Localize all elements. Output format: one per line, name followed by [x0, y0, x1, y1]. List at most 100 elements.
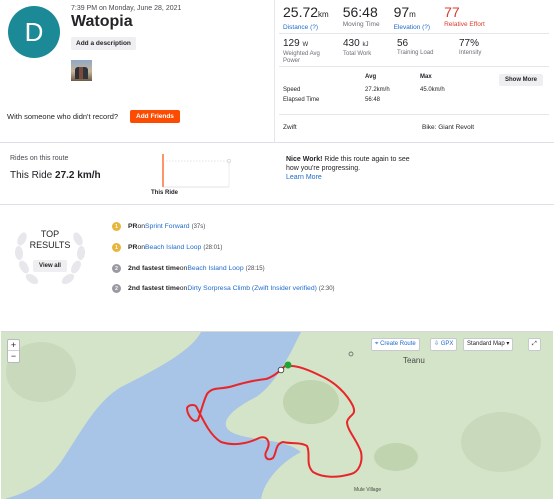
activity-page: D 7:39 PM on Monday, June 28, 2021 Watop… [0, 0, 554, 499]
speed-label: Speed [283, 87, 301, 93]
power-unit: W [302, 42, 309, 48]
athlete-avatar[interactable]: D [8, 6, 60, 58]
elevation-label: Elevation [393, 24, 421, 31]
download-icon: ⇩ [434, 341, 440, 347]
speed-avg: 27.2km/h [365, 87, 390, 93]
result-on: on [137, 244, 146, 251]
result-item: 2 2nd fastest time on Beach Island Loop(… [112, 264, 265, 273]
laurel-wreath-icon [14, 232, 86, 285]
hill-shade [283, 380, 339, 424]
stat-training-load: 56 Training Load [397, 38, 445, 65]
col-max-header: Max [420, 74, 432, 80]
activity-title: Watopia [71, 13, 133, 30]
silver-medal-icon: 2 [112, 284, 121, 293]
segment-link[interactable]: Sprint Forward [145, 223, 190, 230]
distance-value: 25.72 [283, 4, 319, 20]
map-type-label: Standard Map [467, 341, 505, 347]
top-results-heading: TOP RESULTS [29, 229, 71, 251]
result-item: 1 PR on Beach Island Loop (28:01) [112, 243, 222, 252]
moving-time-label: Moving Time [342, 21, 380, 28]
gold-medal-icon: 1 [112, 222, 121, 231]
hill-shade [461, 412, 541, 472]
zoom-in-button[interactable]: + [8, 340, 19, 351]
map-canvas[interactable] [1, 332, 553, 499]
route-finish-marker [277, 366, 285, 374]
stat-intensity: 77% Intensity [459, 38, 481, 65]
create-route-label: Create Route [380, 341, 416, 347]
stat-relative-effort[interactable]: 77 Relative Effort [444, 4, 485, 31]
result-item: 2 2nd fastest time on Dirty Sorpresa Cli… [112, 284, 335, 293]
stat-distance: 25.72km Distance (?) [283, 4, 329, 31]
learn-more-link[interactable]: Learn More [286, 174, 322, 181]
rides-on-route-section: Rides on this route This Ride 27.2 km/h … [0, 143, 554, 205]
zoom-control: + − [7, 339, 20, 363]
rides-on-route-label: Rides on this route [10, 155, 69, 162]
relative-effort-label: Relative Effort [444, 21, 485, 28]
fullscreen-button[interactable]: ⤢ [528, 338, 541, 351]
result-time: (37s) [191, 223, 206, 230]
training-load-value: 56 [397, 38, 409, 49]
activity-summary: D 7:39 PM on Monday, June 28, 2021 Watop… [0, 0, 274, 143]
intensity-value: 77% [459, 38, 480, 49]
result-item: 1 PR on Sprint Forward (37s) [112, 222, 205, 231]
result-prefix: 2nd fastest time [128, 265, 180, 272]
add-description-button[interactable]: Add a description [71, 37, 136, 50]
stat-moving-time: 56:48 Moving Time [343, 4, 380, 31]
training-load-label: Training Load [397, 50, 434, 56]
this-ride-value: 27.2 km/h [55, 170, 101, 181]
stat-elevation: 97m Elevation (?) [394, 4, 431, 31]
graph-this-ride-label: This Ride [151, 190, 179, 196]
distance-help-icon[interactable]: (?) [310, 24, 318, 31]
secondary-stats: 129 W Weighted Avg Power 430 kJ Total Wo… [283, 38, 495, 65]
silver-medal-icon: 2 [112, 264, 121, 273]
chevron-down-icon: ▾ [506, 341, 510, 347]
result-prefix: PR [128, 223, 138, 230]
segment-link[interactable]: Dirty Sorpresa Climb (Zwift Insider veri… [187, 285, 317, 292]
add-friends-button[interactable]: Add Friends [130, 110, 180, 123]
result-time: (28:01) [203, 244, 223, 251]
distance-unit: km [318, 10, 329, 19]
top-results-line1: TOP [40, 229, 60, 239]
col-avg-header: Avg [365, 74, 377, 80]
top-results-line2: RESULTS [29, 240, 71, 250]
gpx-button[interactable]: ⇩ GPX [430, 338, 458, 351]
route-start-marker [284, 361, 292, 369]
route-icon: ⌖ [375, 341, 379, 347]
with-someone-text: With someone who didn't record? [7, 112, 119, 121]
map-label-mule-village: Mule Village [354, 487, 382, 493]
gold-medal-icon: 1 [112, 243, 121, 252]
result-on: on [179, 265, 188, 272]
stat-power: 129 W Weighted Avg Power [283, 38, 329, 65]
work-value: 430 [343, 38, 360, 49]
show-more-button[interactable]: Show More [499, 74, 543, 86]
result-on: on [179, 285, 188, 292]
activity-header: D 7:39 PM on Monday, June 28, 2021 Watop… [0, 0, 554, 143]
divider [279, 66, 549, 67]
gpx-label: GPX [440, 341, 454, 347]
work-label: Total Work [343, 51, 372, 57]
power-label: Weighted Avg Power [283, 51, 320, 64]
top-results-section: TOP RESULTS View all 1 PR on Sprint Forw… [0, 205, 554, 303]
segment-link[interactable]: Beach Island Loop [145, 244, 201, 251]
bike-name[interactable]: Bike: Giant Revolt [422, 124, 474, 131]
activity-photo-thumbnail[interactable] [71, 60, 92, 81]
activity-date: 7:39 PM on Monday, June 28, 2021 [71, 5, 182, 12]
zoom-out-button[interactable]: − [8, 351, 19, 362]
relative-effort-value: 77 [444, 4, 460, 20]
route-map[interactable]: + − ⌖ Create Route ⇩ GPX Standard Map ▾ … [1, 331, 553, 499]
nice-work-bold: Nice Work! [286, 156, 323, 163]
elevation-help-icon[interactable]: (?) [422, 24, 430, 31]
result-on: on [137, 223, 146, 230]
hill-shade [374, 443, 418, 471]
intensity-label: Intensity [459, 50, 482, 56]
nice-work-message: Nice Work! Ride this route again to see … [286, 155, 416, 182]
fullscreen-icon: ⤢ [532, 341, 537, 347]
map-type-select[interactable]: Standard Map ▾ [463, 338, 514, 351]
elapsed-value: 56:48 [365, 97, 381, 103]
result-prefix: 2nd fastest time [128, 285, 180, 292]
divider [279, 33, 549, 34]
speed-max: 45.0km/h [420, 87, 445, 93]
segment-link[interactable]: Beach Island Loop [187, 265, 243, 272]
create-route-button[interactable]: ⌖ Create Route [371, 338, 420, 351]
view-all-button[interactable]: View all [33, 260, 67, 272]
